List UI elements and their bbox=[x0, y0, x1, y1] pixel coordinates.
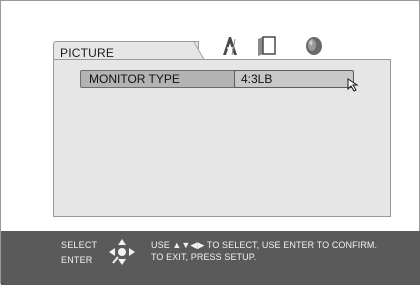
menu-tab-strip: PICTURE bbox=[53, 35, 391, 61]
audio-icon[interactable] bbox=[303, 35, 325, 57]
settings-panel: MONITOR TYPE 4:3LB bbox=[53, 59, 391, 217]
help-text-line-1: USE ▲▼◀▶ TO SELECT, USE ENTER TO CONFIRM… bbox=[151, 240, 378, 250]
language-icon[interactable] bbox=[219, 35, 241, 57]
tab-picture[interactable]: PICTURE bbox=[53, 41, 199, 61]
direction-pad-icon bbox=[109, 239, 135, 265]
setup-screen: PICTURE MONITOR TYPE 4:3LB SELECT ENTER … bbox=[0, 0, 420, 285]
setting-label: MONITOR TYPE bbox=[89, 72, 180, 86]
tab-picture-label: PICTURE bbox=[60, 46, 115, 60]
help-footer: SELECT ENTER USE ▲▼◀▶ TO SELECT, USE ENT… bbox=[1, 231, 420, 285]
help-text-line-2: TO EXIT, PRESS SETUP. bbox=[151, 252, 257, 262]
screen-icon[interactable] bbox=[255, 35, 277, 57]
select-label: SELECT bbox=[61, 240, 98, 250]
setting-value: 4:3LB bbox=[241, 72, 273, 86]
setting-value-field[interactable]: 4:3LB bbox=[234, 70, 354, 88]
enter-label: ENTER bbox=[61, 255, 93, 265]
pointer-cursor-icon bbox=[347, 78, 359, 92]
